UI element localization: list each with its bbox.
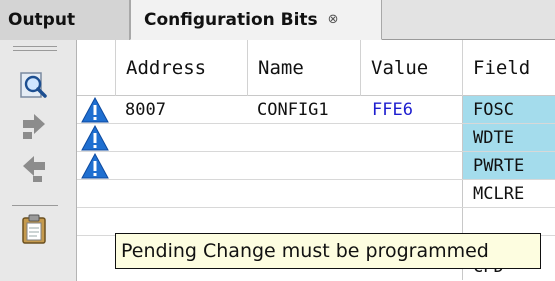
table-row[interactable]: PWRTE [77,152,555,180]
column-header-value[interactable]: Value [360,40,462,96]
column-header-name[interactable]: Name [247,40,360,96]
table-row[interactable]: WDTE [77,124,555,152]
address-cell: 8007 [125,99,166,120]
close-tab-icon[interactable]: ⊗ [328,12,339,27]
column-header-warning [77,40,115,96]
toolbar-grip [13,50,57,51]
field-cell[interactable] [462,208,555,235]
table-row[interactable] [77,208,555,236]
warning-icon [81,153,109,179]
value-cell[interactable]: FFE6 [372,96,413,123]
table-header: Address Name Value Field [77,40,555,96]
tab-output-label: Output [8,10,76,30]
arrow-left-icon[interactable] [14,152,54,186]
field-cell[interactable]: PWRTE [462,152,555,179]
tab-output[interactable]: Output [0,0,130,40]
clipboard-icon[interactable] [14,212,54,246]
table-row[interactable]: MCLRE [77,180,555,208]
field-cell[interactable]: MCLRE [462,180,555,207]
toolbar-separator [12,205,58,206]
column-header-field[interactable]: Field [462,40,555,96]
magnifier-icon[interactable] [14,68,54,102]
toolbar [0,40,77,281]
field-cell[interactable]: WDTE [462,124,555,151]
tooltip: Pending Change must be programmed [115,233,541,269]
warning-icon [81,97,109,123]
tab-configuration-bits-label: Configuration Bits [144,9,318,30]
toolbar-grip [13,46,57,47]
arrow-right-icon[interactable] [14,110,54,144]
field-cell[interactable]: FOSC [462,96,555,123]
tab-bar: Output Configuration Bits ⊗ [0,0,555,40]
column-header-address[interactable]: Address [115,40,247,96]
table-row[interactable]: 8007 CONFIG1 FFE6 FOSC [77,96,555,124]
warning-icon [81,125,109,151]
tab-configuration-bits[interactable]: Configuration Bits ⊗ [130,0,382,40]
name-cell: CONFIG1 [257,99,329,120]
